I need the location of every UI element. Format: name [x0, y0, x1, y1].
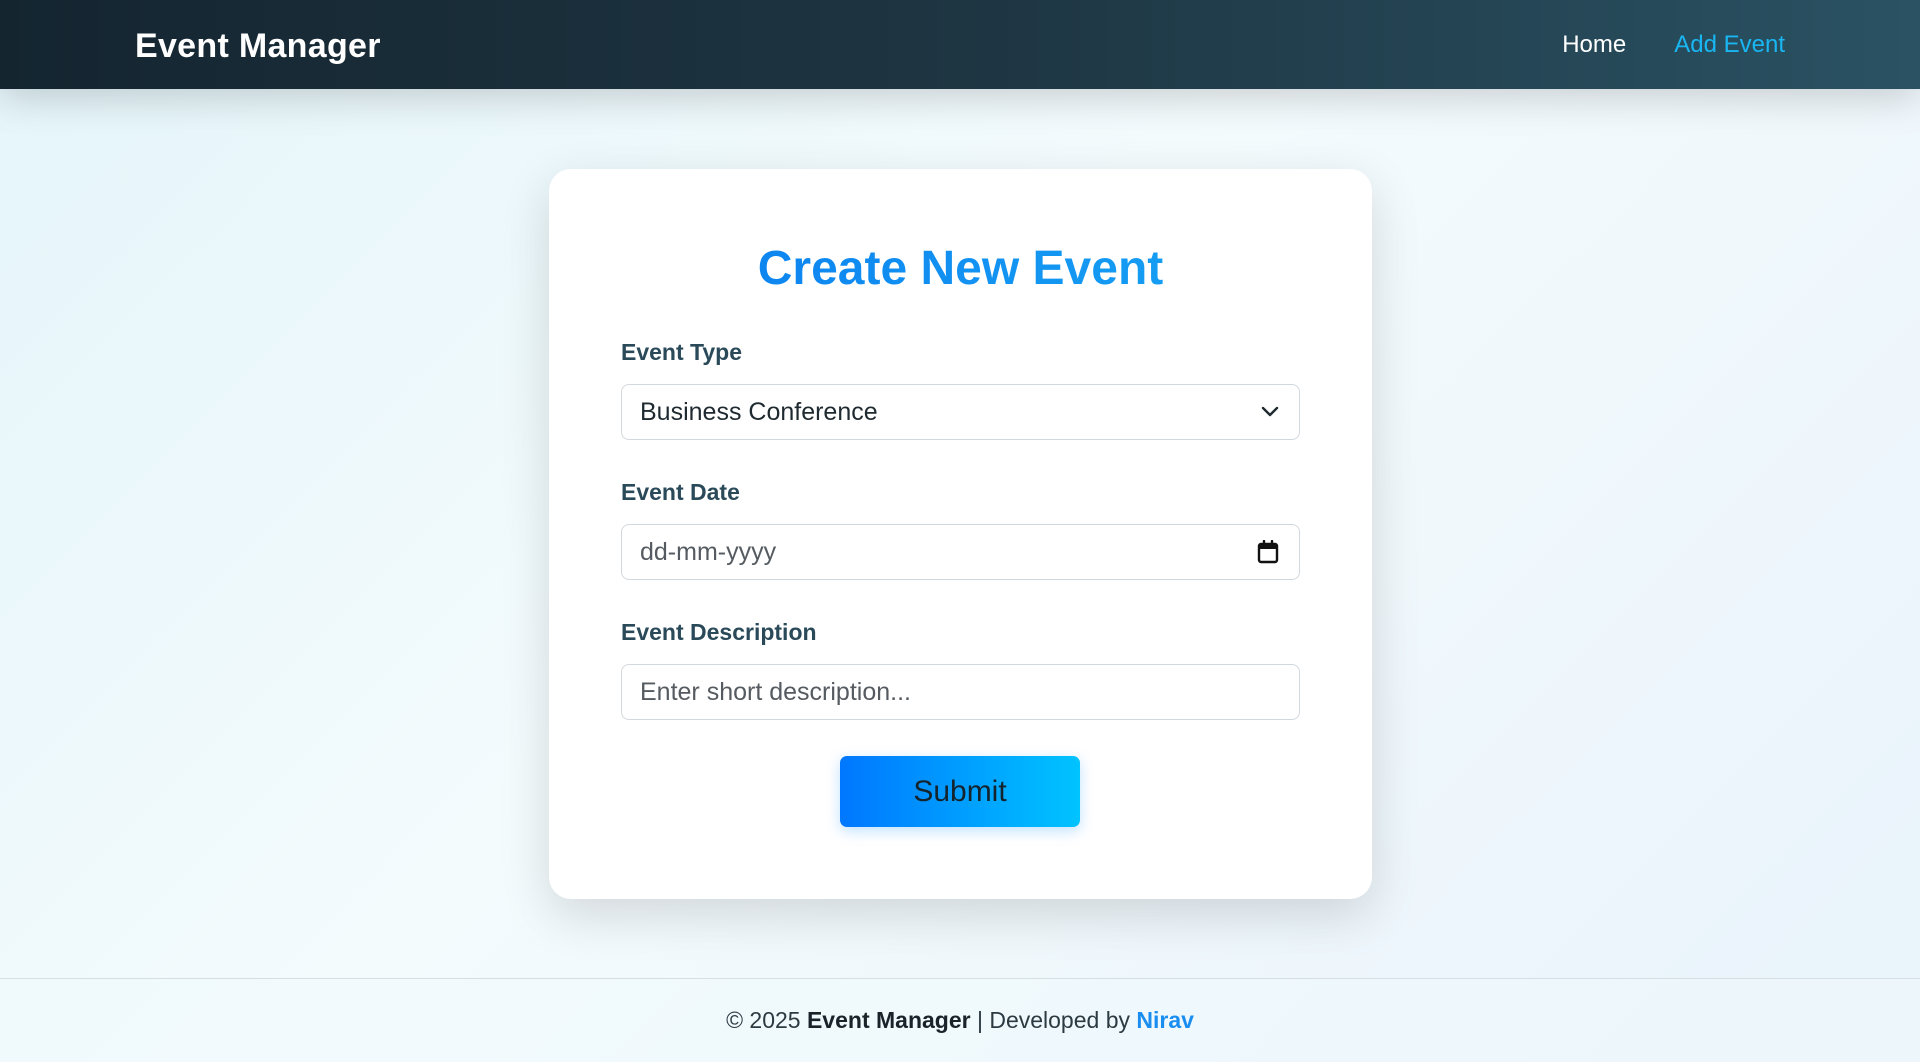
event-type-select[interactable]: Business Conference	[621, 384, 1300, 440]
event-date-field[interactable]	[621, 524, 1300, 580]
brand-logo[interactable]: Event Manager	[135, 0, 381, 89]
page-title: Create New Event	[549, 241, 1372, 296]
nav-link-home[interactable]: Home	[1562, 31, 1626, 59]
submit-button[interactable]: Submit	[840, 756, 1080, 827]
event-description-field[interactable]	[621, 664, 1300, 720]
event-date-input[interactable]	[640, 525, 1299, 579]
footer-app-name: Event Manager	[806, 1007, 971, 1033]
nav-link-add-event[interactable]: Add Event	[1674, 31, 1785, 59]
footer-author-link[interactable]: Nirav	[1136, 1007, 1194, 1034]
chevron-down-icon	[1261, 406, 1279, 418]
calendar-icon[interactable]	[1257, 540, 1279, 564]
event-date-label: Event Date	[621, 479, 740, 505]
nav-links: Home Add Event	[1562, 0, 1785, 89]
event-type-label: Event Type	[621, 339, 742, 365]
footer-separator: | Developed by	[970, 1007, 1137, 1033]
event-description-input[interactable]	[640, 665, 1299, 719]
footer-copyright: © 2025	[726, 1007, 807, 1033]
create-event-card: Create New Event Event Type Business Con…	[549, 169, 1372, 899]
event-type-selected-value: Business Conference	[640, 397, 878, 426]
navbar: Event Manager Home Add Event	[0, 0, 1920, 89]
event-description-label: Event Description	[621, 619, 817, 645]
footer: © 2025 Event Manager | Developed by Nira…	[0, 978, 1920, 1062]
